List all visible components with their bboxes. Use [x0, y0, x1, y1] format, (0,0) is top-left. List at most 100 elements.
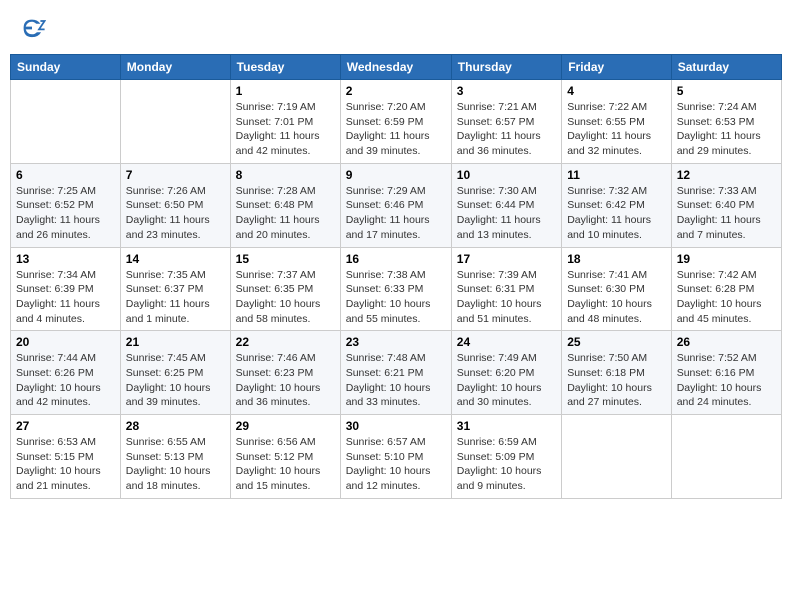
day-number: 24 — [457, 335, 556, 349]
day-number: 26 — [677, 335, 776, 349]
page-header — [10, 10, 782, 46]
calendar-cell: 3 Sunrise: 7:21 AM Sunset: 6:57 PM Daylig… — [451, 80, 561, 164]
day-number: 18 — [567, 252, 666, 266]
calendar-cell: 29 Sunrise: 6:56 AM Sunset: 5:12 PM Dayli… — [230, 415, 340, 499]
day-info: Sunrise: 6:56 AM Sunset: 5:12 PM Dayligh… — [236, 436, 321, 492]
calendar-cell: 21 Sunrise: 7:45 AM Sunset: 6:25 PM Dayli… — [120, 331, 230, 415]
column-header-sunday: Sunday — [11, 55, 121, 80]
day-number: 4 — [567, 84, 666, 98]
day-info: Sunrise: 6:55 AM Sunset: 5:13 PM Dayligh… — [126, 436, 211, 492]
day-number: 6 — [16, 168, 115, 182]
calendar-cell: 7Sunrise: 7:26 AM Sunset: 6:50 PM Daylig… — [120, 163, 230, 247]
logo — [18, 14, 50, 42]
day-info: Sunrise: 7:28 AM Sunset: 6:48 PM Dayligh… — [236, 185, 320, 241]
calendar-cell: 6 Sunrise: 7:25 AM Sunset: 6:52 PM Daylig… — [11, 163, 121, 247]
day-number: 16 — [346, 252, 446, 266]
day-info: Sunrise: 7:49 AM Sunset: 6:20 PM Dayligh… — [457, 352, 542, 408]
day-info: Sunrise: 7:32 AM Sunset: 6:42 PM Dayligh… — [567, 185, 651, 241]
calendar-cell: 5Sunrise: 7:24 AM Sunset: 6:53 PM Daylig… — [671, 80, 781, 164]
day-info: Sunrise: 7:38 AM Sunset: 6:33 PM Dayligh… — [346, 269, 431, 325]
day-info: Sunrise: 6:57 AM Sunset: 5:10 PM Dayligh… — [346, 436, 431, 492]
day-number: 11 — [567, 168, 666, 182]
calendar-week-row: 27 Sunrise: 6:53 AM Sunset: 5:15 PM Dayli… — [11, 415, 782, 499]
calendar-cell: 1Sunrise: 7:19 AM Sunset: 7:01 PM Daylig… — [230, 80, 340, 164]
day-number: 10 — [457, 168, 556, 182]
calendar-table: SundayMondayTuesdayWednesdayThursdayFrid… — [10, 54, 782, 499]
day-info: Sunrise: 7:24 AM Sunset: 6:53 PM Dayligh… — [677, 101, 761, 157]
day-number: 3 — [457, 84, 556, 98]
day-number: 22 — [236, 335, 335, 349]
calendar-cell: 24 Sunrise: 7:49 AM Sunset: 6:20 PM Dayli… — [451, 331, 561, 415]
calendar-cell: 30 Sunrise: 6:57 AM Sunset: 5:10 PM Dayli… — [340, 415, 451, 499]
calendar-cell: 20 Sunrise: 7:44 AM Sunset: 6:26 PM Dayli… — [11, 331, 121, 415]
day-number: 27 — [16, 419, 115, 433]
calendar-cell: 8 Sunrise: 7:28 AM Sunset: 6:48 PM Daylig… — [230, 163, 340, 247]
day-info: Sunrise: 7:26 AM Sunset: 6:50 PM Dayligh… — [126, 185, 210, 241]
calendar-cell: 17 Sunrise: 7:39 AM Sunset: 6:31 PM Dayli… — [451, 247, 561, 331]
day-info: Sunrise: 7:35 AM Sunset: 6:37 PM Dayligh… — [126, 269, 210, 325]
day-number: 9 — [346, 168, 446, 182]
day-info: Sunrise: 7:50 AM Sunset: 6:18 PM Dayligh… — [567, 352, 652, 408]
day-number: 21 — [126, 335, 225, 349]
calendar-week-row: 13Sunrise: 7:34 AM Sunset: 6:39 PM Dayli… — [11, 247, 782, 331]
calendar-week-row: 20 Sunrise: 7:44 AM Sunset: 6:26 PM Dayli… — [11, 331, 782, 415]
day-info: Sunrise: 7:29 AM Sunset: 6:46 PM Dayligh… — [346, 185, 430, 241]
day-number: 20 — [16, 335, 115, 349]
calendar-cell: 13Sunrise: 7:34 AM Sunset: 6:39 PM Dayli… — [11, 247, 121, 331]
day-number: 8 — [236, 168, 335, 182]
day-info: Sunrise: 7:48 AM Sunset: 6:21 PM Dayligh… — [346, 352, 431, 408]
calendar-cell: 11 Sunrise: 7:32 AM Sunset: 6:42 PM Dayli… — [562, 163, 672, 247]
calendar-cell: 19Sunrise: 7:42 AM Sunset: 6:28 PM Dayli… — [671, 247, 781, 331]
day-info: Sunrise: 7:46 AM Sunset: 6:23 PM Dayligh… — [236, 352, 321, 408]
column-header-saturday: Saturday — [671, 55, 781, 80]
day-info: Sunrise: 6:53 AM Sunset: 5:15 PM Dayligh… — [16, 436, 101, 492]
day-number: 25 — [567, 335, 666, 349]
day-info: Sunrise: 7:45 AM Sunset: 6:25 PM Dayligh… — [126, 352, 211, 408]
calendar-cell: 18Sunrise: 7:41 AM Sunset: 6:30 PM Dayli… — [562, 247, 672, 331]
day-number: 30 — [346, 419, 446, 433]
column-header-friday: Friday — [562, 55, 672, 80]
day-info: Sunrise: 7:30 AM Sunset: 6:44 PM Dayligh… — [457, 185, 541, 241]
day-number: 28 — [126, 419, 225, 433]
day-number: 2 — [346, 84, 446, 98]
day-info: Sunrise: 7:34 AM Sunset: 6:39 PM Dayligh… — [16, 269, 100, 325]
day-info: Sunrise: 7:33 AM Sunset: 6:40 PM Dayligh… — [677, 185, 761, 241]
day-number: 17 — [457, 252, 556, 266]
calendar-week-row: 6 Sunrise: 7:25 AM Sunset: 6:52 PM Daylig… — [11, 163, 782, 247]
day-number: 15 — [236, 252, 335, 266]
day-info: Sunrise: 7:52 AM Sunset: 6:16 PM Dayligh… — [677, 352, 762, 408]
column-header-monday: Monday — [120, 55, 230, 80]
day-info: Sunrise: 7:39 AM Sunset: 6:31 PM Dayligh… — [457, 269, 542, 325]
calendar-cell: 14 Sunrise: 7:35 AM Sunset: 6:37 PM Dayli… — [120, 247, 230, 331]
calendar-cell: 23 Sunrise: 7:48 AM Sunset: 6:21 PM Dayli… — [340, 331, 451, 415]
calendar-cell — [120, 80, 230, 164]
calendar-cell — [562, 415, 672, 499]
calendar-header-row: SundayMondayTuesdayWednesdayThursdayFrid… — [11, 55, 782, 80]
day-info: Sunrise: 7:42 AM Sunset: 6:28 PM Dayligh… — [677, 269, 762, 325]
day-number: 23 — [346, 335, 446, 349]
day-info: Sunrise: 7:22 AM Sunset: 6:55 PM Dayligh… — [567, 101, 651, 157]
day-info: Sunrise: 6:59 AM Sunset: 5:09 PM Dayligh… — [457, 436, 542, 492]
day-info: Sunrise: 7:21 AM Sunset: 6:57 PM Dayligh… — [457, 101, 541, 157]
calendar-cell: 2 Sunrise: 7:20 AM Sunset: 6:59 PM Daylig… — [340, 80, 451, 164]
day-info: Sunrise: 7:25 AM Sunset: 6:52 PM Dayligh… — [16, 185, 100, 241]
column-header-tuesday: Tuesday — [230, 55, 340, 80]
day-info: Sunrise: 7:20 AM Sunset: 6:59 PM Dayligh… — [346, 101, 430, 157]
calendar-cell — [11, 80, 121, 164]
calendar-cell: 25 Sunrise: 7:50 AM Sunset: 6:18 PM Dayli… — [562, 331, 672, 415]
column-header-thursday: Thursday — [451, 55, 561, 80]
day-number: 31 — [457, 419, 556, 433]
calendar-cell: 15 Sunrise: 7:37 AM Sunset: 6:35 PM Dayli… — [230, 247, 340, 331]
day-number: 14 — [126, 252, 225, 266]
calendar-cell: 26 Sunrise: 7:52 AM Sunset: 6:16 PM Dayli… — [671, 331, 781, 415]
column-header-wednesday: Wednesday — [340, 55, 451, 80]
day-number: 29 — [236, 419, 335, 433]
calendar-cell: 31 Sunrise: 6:59 AM Sunset: 5:09 PM Dayli… — [451, 415, 561, 499]
calendar-cell: 12 Sunrise: 7:33 AM Sunset: 6:40 PM Dayli… — [671, 163, 781, 247]
day-number: 12 — [677, 168, 776, 182]
day-info: Sunrise: 7:37 AM Sunset: 6:35 PM Dayligh… — [236, 269, 321, 325]
logo-icon — [18, 14, 46, 42]
day-number: 1 — [236, 84, 335, 98]
day-info: Sunrise: 7:44 AM Sunset: 6:26 PM Dayligh… — [16, 352, 101, 408]
calendar-cell: 4 Sunrise: 7:22 AM Sunset: 6:55 PM Daylig… — [562, 80, 672, 164]
